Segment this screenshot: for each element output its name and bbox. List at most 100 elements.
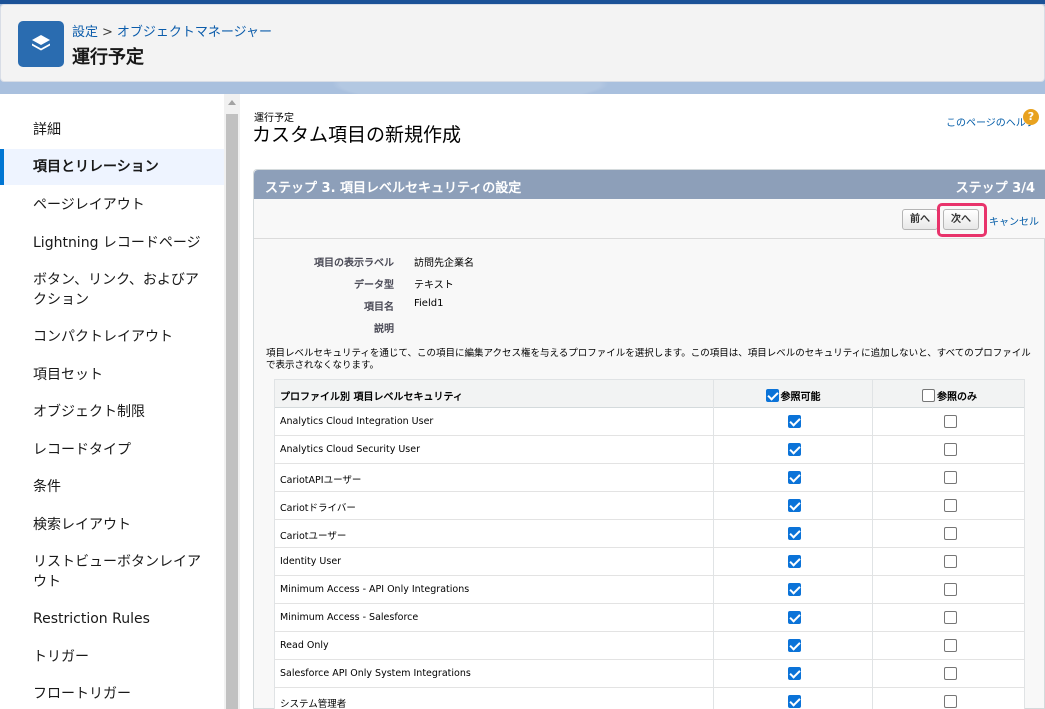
readonly-checkbox[interactable] [944,611,957,624]
next-button[interactable]: 次へ [943,209,979,230]
breadcrumb: 設定 > オブジェクトマネージャー [72,21,272,40]
sidebar-item-triggers[interactable]: トリガー [0,647,224,667]
sidebar-item-fields-relationships[interactable]: 項目とリレーション [0,149,224,185]
readonly-checkbox[interactable] [944,667,957,680]
table-row: Minimum Access - API Only Integrations [275,576,1024,604]
detail-value-field-name: Field1 [414,298,444,309]
step-panel: ステップ 3. 項目レベルセキュリティの設定 ステップ 3/4 前へ 次へ キャ… [253,169,1045,709]
detail-label-data-type: データ型 [354,280,394,291]
content-area: 運行予定 カスタム項目の新規作成 このページのヘルプ ? ステップ 3. 項目レ… [240,94,1045,709]
readonly-cell [872,548,1024,576]
sidebar-item-search-layouts[interactable]: 検索レイアウト [0,515,224,535]
read-cell [713,436,872,464]
header-profile: プロファイル別 項目レベルセキュリティ [280,392,463,403]
profile-name: Identity User [280,556,342,567]
profile-name: Analytics Cloud Integration User [280,416,434,427]
table-row: CariotAPIユーザー [275,464,1024,492]
table-row: Cariotユーザー [275,520,1024,548]
readonly-checkbox[interactable] [944,527,957,540]
read-checkbox[interactable] [788,611,801,624]
readonly-cell [872,408,1024,436]
readonly-checkbox[interactable] [944,555,957,568]
read-checkbox[interactable] [788,527,801,540]
sidebar-item-conditions[interactable]: 条件 [0,477,224,497]
read-checkbox[interactable] [788,499,801,512]
readonly-cell [872,436,1024,464]
read-checkbox[interactable] [788,415,801,428]
table-row: システム管理者 [275,688,1024,709]
sidebar-item-buttons-links-actions[interactable]: ボタン、リンク、およびアクション [0,270,224,310]
layers-icon [18,21,64,67]
step-title: ステップ 3. 項目レベルセキュリティの設定 [265,181,522,196]
sidebar-item-lightning-record-pages[interactable]: Lightning レコードページ [0,233,224,253]
header-read-column: 参照可能 [713,380,872,408]
breadcrumb-setup-link[interactable]: 設定 [72,25,98,40]
readonly-cell [872,492,1024,520]
readonly-checkbox[interactable] [944,443,957,456]
readonly-checkbox[interactable] [944,639,957,652]
page-title: 運行予定 [72,47,144,68]
readonly-checkbox[interactable] [944,415,957,428]
table-row: Identity User [275,548,1024,576]
cancel-link[interactable]: キャンセル [989,213,1039,228]
readonly-checkbox[interactable] [944,583,957,596]
read-checkbox[interactable] [788,471,801,484]
sidebar-item-object-limits[interactable]: オブジェクト制限 [0,402,224,422]
sidebar-item-flow-triggers[interactable]: フロートリガー [0,684,224,704]
profile-name: Cariotユーザー [280,531,347,542]
sidebar: 詳細 項目とリレーション ページレイアウト Lightning レコードページ … [0,94,224,709]
sidebar-scrollbar[interactable] [224,94,240,709]
help-icon[interactable]: ? [1023,109,1039,125]
sidebar-item-field-sets[interactable]: 項目セット [0,365,224,385]
sidebar-item-details[interactable]: 詳細 [0,120,224,140]
profile-name: Analytics Cloud Security User [280,444,420,455]
read-cell [713,408,872,436]
scroll-up-arrow-icon[interactable] [228,100,236,105]
select-all-readonly-checkbox[interactable] [922,389,935,402]
sidebar-item-list-view-button-layout[interactable]: リストビューボタンレイアウト [0,552,224,592]
readonly-checkbox[interactable] [944,499,957,512]
scroll-thumb[interactable] [226,114,238,709]
readonly-checkbox[interactable] [944,471,957,484]
fls-description: 項目レベルセキュリティを通じて、この項目に編集アクセス権を与えるプロファイルを選… [266,348,1031,371]
detail-value-data-type: テキスト [414,280,454,291]
profile-name: システム管理者 [280,699,347,709]
table-row: Read Only [275,632,1024,660]
profile-name: CariotAPIユーザー [280,475,362,486]
table-header: プロファイル別 項目レベルセキュリティ 参照可能 参照のみ [275,380,1024,408]
read-checkbox[interactable] [788,667,801,680]
profile-name: Minimum Access - API Only Integrations [280,584,470,595]
read-cell [713,632,872,660]
readonly-cell [872,632,1024,660]
sidebar-item-page-layouts[interactable]: ページレイアウト [0,195,224,215]
header-read-label: 参照可能 [780,392,821,403]
read-cell [713,492,872,520]
table-row: Analytics Cloud Security User [275,436,1024,464]
breadcrumb-object-manager-link[interactable]: オブジェクトマネージャー [117,25,272,40]
readonly-checkbox[interactable] [944,695,957,708]
read-cell [713,604,872,632]
profile-name: Salesforce API Only System Integrations [280,668,471,679]
detail-label-field-label: 項目の表示ラベル [314,258,394,269]
sidebar-item-compact-layouts[interactable]: コンパクトレイアウト [0,327,224,347]
read-cell [713,688,872,709]
read-checkbox[interactable] [788,555,801,568]
sidebar-item-record-types[interactable]: レコードタイプ [0,440,224,460]
read-cell [713,520,872,548]
readonly-cell [872,520,1024,548]
prev-button[interactable]: 前へ [902,209,938,230]
object-header: 設定 > オブジェクトマネージャー 運行予定 [0,4,1045,82]
sidebar-item-restriction-rules[interactable]: Restriction Rules [0,609,224,629]
readonly-cell [872,576,1024,604]
content-title: カスタム項目の新規作成 [252,124,462,146]
select-all-read-checkbox[interactable] [765,389,779,402]
read-checkbox[interactable] [788,583,801,596]
table-row: Minimum Access - Salesforce [275,604,1024,632]
readonly-cell [872,464,1024,492]
table-row: Analytics Cloud Integration User [275,408,1024,436]
read-checkbox[interactable] [788,443,801,456]
button-bar: 前へ 次へ キャンセル [254,199,1045,239]
read-checkbox[interactable] [788,695,801,708]
read-checkbox[interactable] [788,639,801,652]
readonly-cell [872,688,1024,709]
